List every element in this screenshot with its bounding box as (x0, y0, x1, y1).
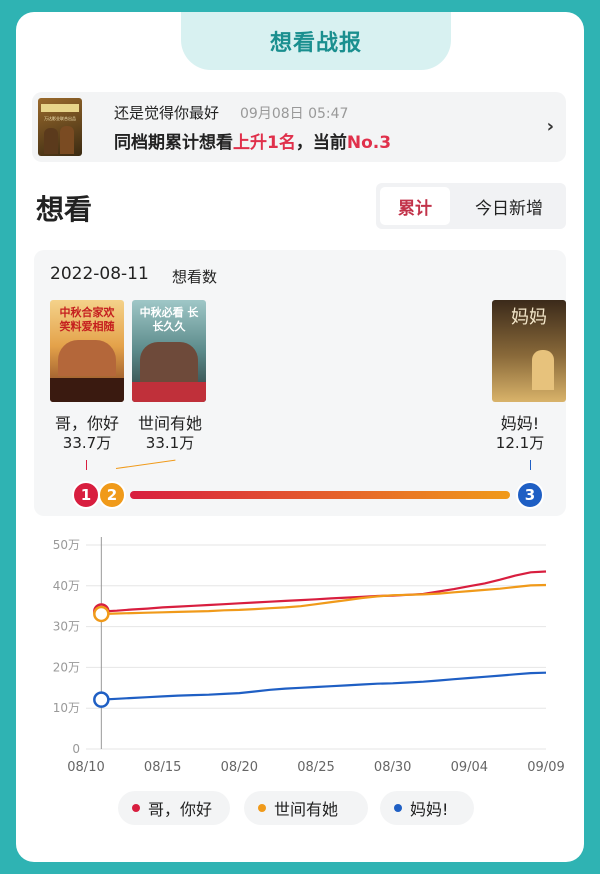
legend-dot-1 (132, 804, 140, 812)
rank-badge-2: 2 (98, 481, 126, 509)
rank-change-banner[interactable]: 万达影业联合出品 还是觉得你最好 09月08日 05:47 同档期累计想看上升1… (32, 92, 566, 162)
legend-label-1: 哥，你好 (148, 800, 213, 819)
movie-1-value: 33.7万 (62, 434, 112, 452)
x-tick-label: 08/30 (374, 760, 411, 775)
y-tick-label: 50万 (53, 538, 80, 552)
y-tick-label: 0 (72, 742, 80, 756)
poster-1-text: 中秋合家欢 笑料爱相随 (59, 306, 115, 333)
tick-1 (86, 460, 87, 470)
x-tick-label: 08/20 (221, 760, 258, 775)
y-tick-label: 30万 (53, 620, 80, 634)
marker-dot-2 (93, 605, 110, 623)
rank-progress-bar (130, 491, 510, 499)
series-line-3 (101, 671, 547, 701)
y-tick-label: 20万 (53, 660, 80, 674)
segment-cumulative[interactable]: 累计 (380, 187, 450, 225)
poster-movie-1[interactable]: 中秋合家欢 笑料爱相随 (50, 300, 124, 402)
series-line-1 (101, 570, 547, 613)
ranking-metric: 想看数 (172, 268, 218, 286)
ranking-date: 2022-08-11 (50, 264, 149, 284)
x-tick-label: 08/10 (67, 760, 104, 775)
movie-1-name: 哥，你好 (54, 414, 119, 433)
movie-3-value: 12.1万 (495, 434, 545, 452)
segment-control: 累计 今日新增 (376, 183, 566, 229)
legend-dot-2 (258, 804, 266, 812)
chevron-right-icon[interactable]: › (547, 116, 554, 137)
tick-3 (530, 460, 531, 470)
legend-label-3: 妈妈! (410, 800, 449, 819)
banner-msg-prefix: 同档期累计想看 (114, 133, 233, 153)
banner-time: 09月08日 05:47 (240, 106, 349, 122)
legend-dot-3 (394, 804, 402, 812)
x-tick-label: 09/09 (527, 760, 564, 775)
movie-2-value: 33.1万 (145, 434, 195, 452)
movie-2-name: 世间有她 (137, 414, 202, 433)
legend-item-1[interactable]: 哥，你好 (118, 791, 230, 825)
banner-message: 同档期累计想看上升1名，当前No.3 (114, 128, 391, 153)
legend-item-3[interactable]: 妈妈! (380, 791, 474, 825)
section-title: 想看 (36, 193, 93, 226)
war-report-card: 想看战报 万达影业联合出品 还是觉得你最好 09月08日 05:47 同档期累计… (16, 12, 584, 862)
banner-poster: 万达影业联合出品 (38, 98, 82, 156)
x-tick-label: 08/15 (144, 760, 181, 775)
poster-2-text: 中秋必看 长长久久 (139, 306, 199, 333)
want-to-see-line-chart: 0 10万 20万 30万 40万 50万 08/10 08/15 08/20 08/25 08/3… (53, 537, 565, 775)
x-tick-label: 08/25 (297, 760, 334, 775)
banner-movie-title: 还是觉得你最好 (114, 104, 220, 122)
tick-2 (115, 459, 176, 469)
poster-movie-3[interactable]: 妈妈 (492, 300, 566, 402)
page-title: 想看战报 (269, 31, 362, 56)
banner-poster-caption: 万达影业联合出品 (44, 116, 76, 121)
poster-3-text: 妈妈 (511, 307, 547, 328)
banner-msg-mid: ，当前 (295, 133, 347, 153)
legend-label-2: 世间有她 (274, 800, 339, 819)
y-tick-label: 10万 (53, 701, 80, 715)
banner-msg-rank: No.3 (346, 133, 392, 153)
rank-badge-3: 3 (516, 481, 544, 509)
ranking-panel: 2022-08-11 想看数 中秋合家欢 笑料爱相随 中秋必看 长长久久 妈妈 … (34, 250, 566, 516)
y-tick-label: 40万 (53, 579, 80, 593)
legend-item-2[interactable]: 世间有她 (244, 791, 368, 825)
movie-3-name: 妈妈! (500, 414, 540, 433)
poster-movie-2[interactable]: 中秋必看 长长久久 (132, 300, 206, 402)
banner-msg-highlight: 上升1名 (233, 133, 296, 153)
x-tick-label: 09/04 (451, 760, 488, 775)
marker-dot-3 (93, 691, 110, 708)
rank-badge-1: 1 (72, 481, 100, 509)
header-tab: 想看战报 (181, 12, 451, 70)
segment-today[interactable]: 今日新增 (456, 187, 562, 225)
